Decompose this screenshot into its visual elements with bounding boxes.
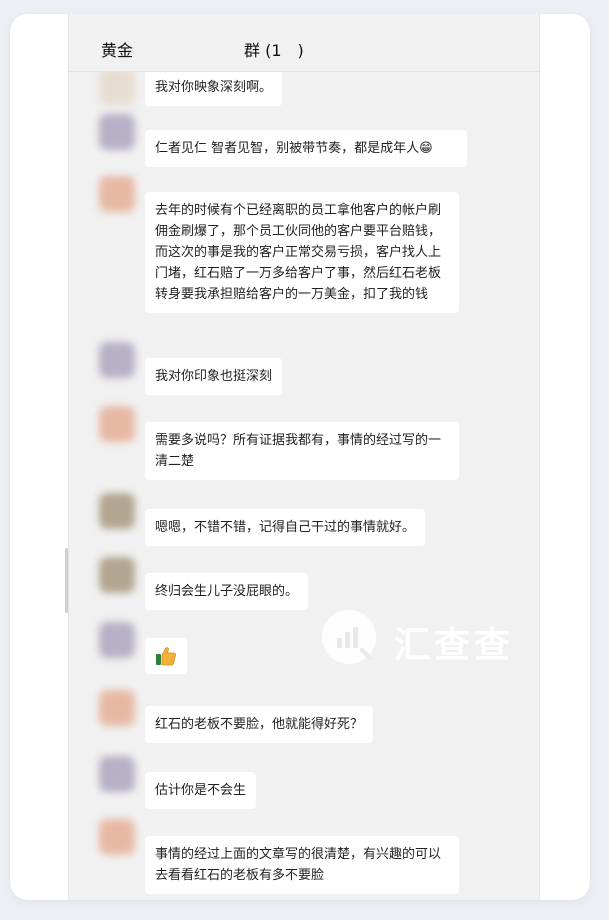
message-bubble	[145, 638, 187, 674]
message-text: 需要多说吗？所有证据我都有，事情的经过写的一清二楚	[155, 433, 442, 469]
chat-window: 黄金 群 (1 ) 我对你映象深刻啊。 仁者见仁 智者见智，别被带节奏，都是成年…	[68, 14, 540, 900]
avatar[interactable]	[99, 622, 135, 658]
avatar[interactable]	[99, 557, 135, 593]
message-bubble: 去年的时候有个已经离职的员工拿他客户的帐户刷佣金刷爆了，那个员工伙同他的客户要平…	[145, 192, 459, 313]
message-bubble: 嗯嗯，不错不错，记得自己干过的事情就好。	[145, 509, 426, 546]
message-bubble: 红石的老板不要脸，他就能得好死？	[145, 706, 374, 743]
avatar[interactable]	[99, 493, 135, 529]
message-text: 估计你是不会生	[155, 783, 247, 798]
message-bubble: 事情的经过上面的文章写的很清楚，有兴趣的可以去看看红石的老板有多不要脸	[145, 836, 459, 894]
avatar[interactable]	[99, 819, 135, 855]
message-text: 嗯嗯，不错不错，记得自己干过的事情就好。	[155, 520, 416, 535]
message-bubble: 我对你印象也挺深刻	[145, 358, 283, 395]
message-text: 去年的时候有个已经离职的员工拿他客户的帐户刷佣金刷爆了，那个员工伙同他的客户要平…	[155, 203, 442, 302]
message-text: 终归会生儿子没屁眼的。	[155, 584, 299, 599]
message-bubble: 仁者见仁 智者见智，别被带节奏，都是成年人😁	[145, 130, 467, 167]
watermark-text: 汇查查	[394, 625, 515, 666]
message-bubble: 估计你是不会生	[145, 772, 257, 809]
message-text: 我对你印象也挺深刻	[155, 369, 273, 384]
message-bubble: 终归会生儿子没屁眼的。	[145, 573, 309, 610]
avatar[interactable]	[99, 342, 135, 378]
avatar[interactable]	[99, 176, 135, 212]
avatar[interactable]	[99, 114, 135, 150]
message-text: 事情的经过上面的文章写的很清楚，有兴趣的可以去看看红石的老板有多不要脸	[155, 847, 442, 883]
message-bubble: 需要多说吗？所有证据我都有，事情的经过写的一清二楚	[145, 422, 459, 480]
chat-header: 黄金 群 (1 )	[69, 14, 539, 72]
avatar[interactable]	[99, 690, 135, 726]
chart-magnifier-icon	[322, 610, 376, 664]
avatar[interactable]	[99, 406, 135, 442]
avatar[interactable]	[99, 756, 135, 792]
group-member-count: 群 (1 )	[244, 41, 304, 60]
thumbs-up-icon	[156, 647, 176, 666]
avatar[interactable]	[99, 69, 135, 105]
message-text: 我对你映象深刻啊。	[155, 80, 273, 95]
message-text: 红石的老板不要脸，他就能得好死？	[155, 717, 364, 732]
message-bubble: 我对你映象深刻啊。	[145, 69, 283, 106]
group-name: 黄金	[101, 41, 134, 60]
message-text: 仁者见仁 智者见智，别被带节奏，都是成年人	[155, 141, 420, 156]
watermark: 汇查查	[322, 608, 537, 668]
grinning-face-icon: 😁	[419, 141, 433, 156]
